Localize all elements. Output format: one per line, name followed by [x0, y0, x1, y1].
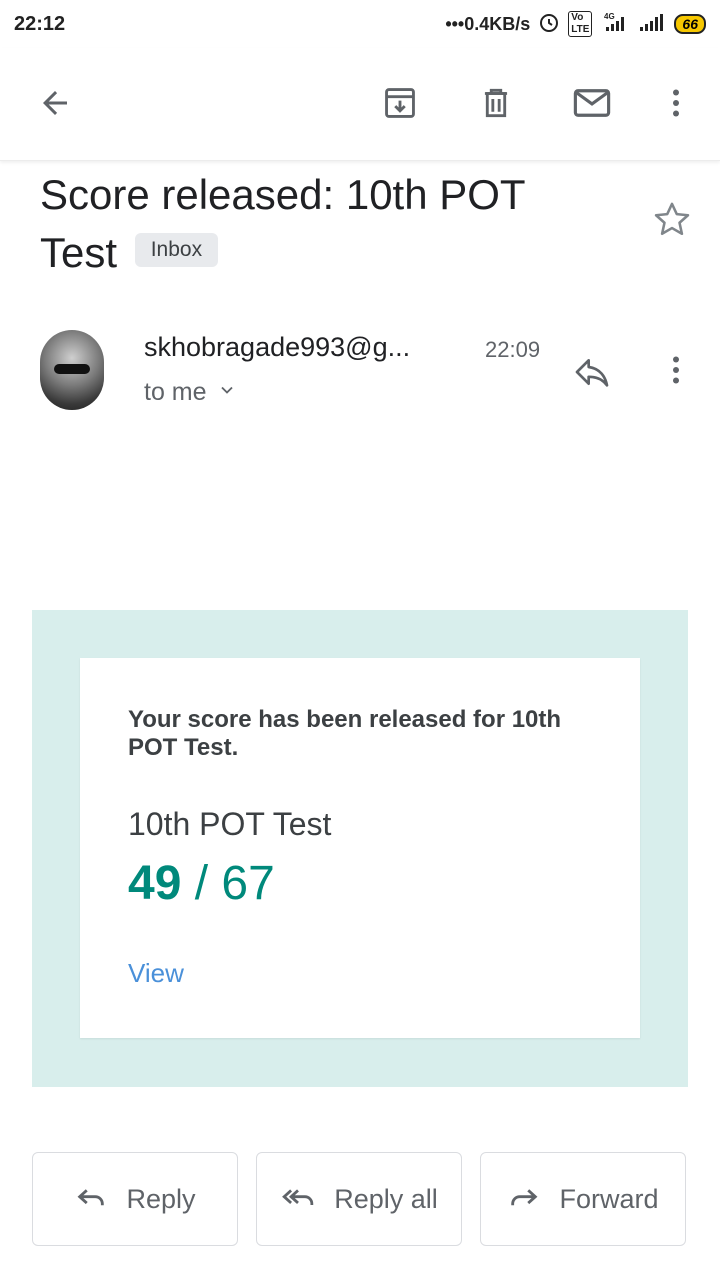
reply-button[interactable]: Reply — [32, 1152, 238, 1246]
forward-icon — [507, 1179, 541, 1220]
reply-all-icon — [280, 1179, 316, 1220]
archive-icon[interactable] — [376, 79, 424, 127]
chevron-down-icon — [217, 378, 237, 407]
volte-icon: Vo LTE — [568, 11, 593, 37]
alarm-icon — [538, 11, 560, 38]
score-card: Your score has been released for 10th PO… — [80, 658, 640, 1038]
mark-unread-icon[interactable] — [568, 79, 616, 127]
delete-icon[interactable] — [472, 79, 520, 127]
message-more-vert-icon[interactable] — [652, 346, 700, 394]
recipient-text: to me — [144, 378, 207, 406]
status-time: 22:12 — [14, 12, 66, 35]
status-bar: 22:12 •••0.4KB/s Vo LTE 4G 66 — [0, 0, 720, 48]
sender-address[interactable]: skhobragade993@g... — [144, 332, 410, 363]
message-time: 22:09 — [485, 337, 541, 362]
score-total: 67 — [221, 857, 275, 910]
signal-4g-icon: 4G — [600, 12, 630, 37]
email-toolbar — [0, 48, 720, 161]
reply-all-button-label: Reply all — [334, 1183, 438, 1214]
star-icon[interactable] — [650, 198, 694, 242]
forward-button-label: Forward — [559, 1183, 659, 1214]
battery-icon: 66 — [674, 14, 706, 34]
reply-all-button[interactable]: Reply all — [256, 1152, 462, 1246]
subject-text: Score released: 10th POT Test — [40, 171, 525, 276]
score-separator: / — [194, 857, 209, 910]
avatar[interactable] — [40, 330, 104, 410]
back-arrow-icon[interactable] — [31, 79, 79, 127]
score-points: 49 — [128, 857, 182, 910]
forward-button[interactable]: Forward — [480, 1152, 686, 1246]
test-name: 10th POT Test — [128, 806, 332, 842]
reply-icon — [74, 1179, 108, 1220]
inbox-label-chip[interactable]: Inbox — [134, 232, 219, 267]
more-vert-icon[interactable] — [652, 79, 700, 127]
reply-button-label: Reply — [126, 1183, 196, 1214]
recipient-details-toggle[interactable]: to me — [144, 378, 237, 407]
score-value: 49 / 67 — [128, 856, 275, 911]
status-icons: •••0.4KB/s Vo LTE 4G 66 — [445, 11, 706, 38]
network-speed: •••0.4KB/s — [445, 13, 531, 34]
avatar-photo — [54, 364, 90, 374]
email-subject: Score released: 10th POT Test Inbox — [40, 166, 600, 282]
svg-text:4G: 4G — [604, 12, 615, 21]
signal-icon — [638, 12, 666, 37]
reply-icon[interactable] — [568, 348, 616, 396]
score-message: Your score has been released for 10th PO… — [128, 706, 562, 761]
view-link[interactable]: View — [128, 958, 184, 989]
